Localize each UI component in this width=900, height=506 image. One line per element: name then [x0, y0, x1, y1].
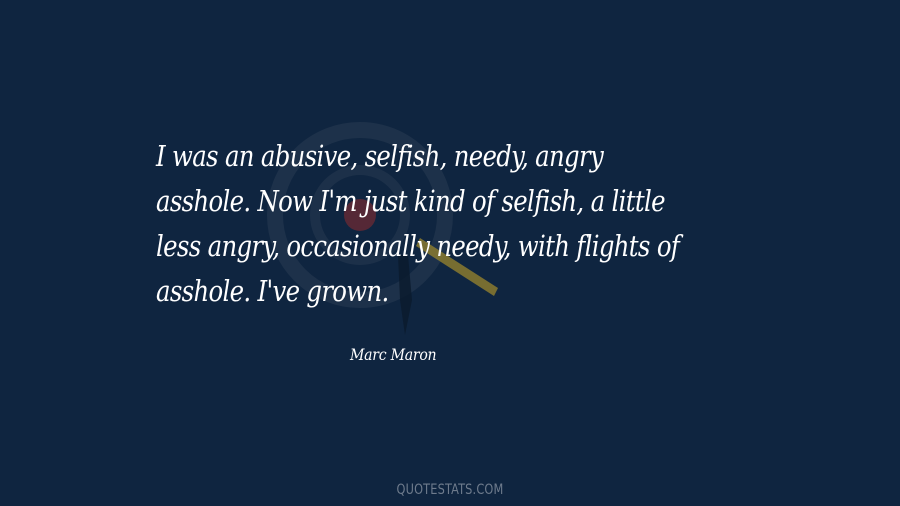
site-brand: QUOTESTATS.COM — [396, 482, 504, 498]
quote-text: I was an abusive, selfish, needy, angry … — [156, 139, 680, 308]
quote-author: Marc Maron — [350, 345, 437, 364]
